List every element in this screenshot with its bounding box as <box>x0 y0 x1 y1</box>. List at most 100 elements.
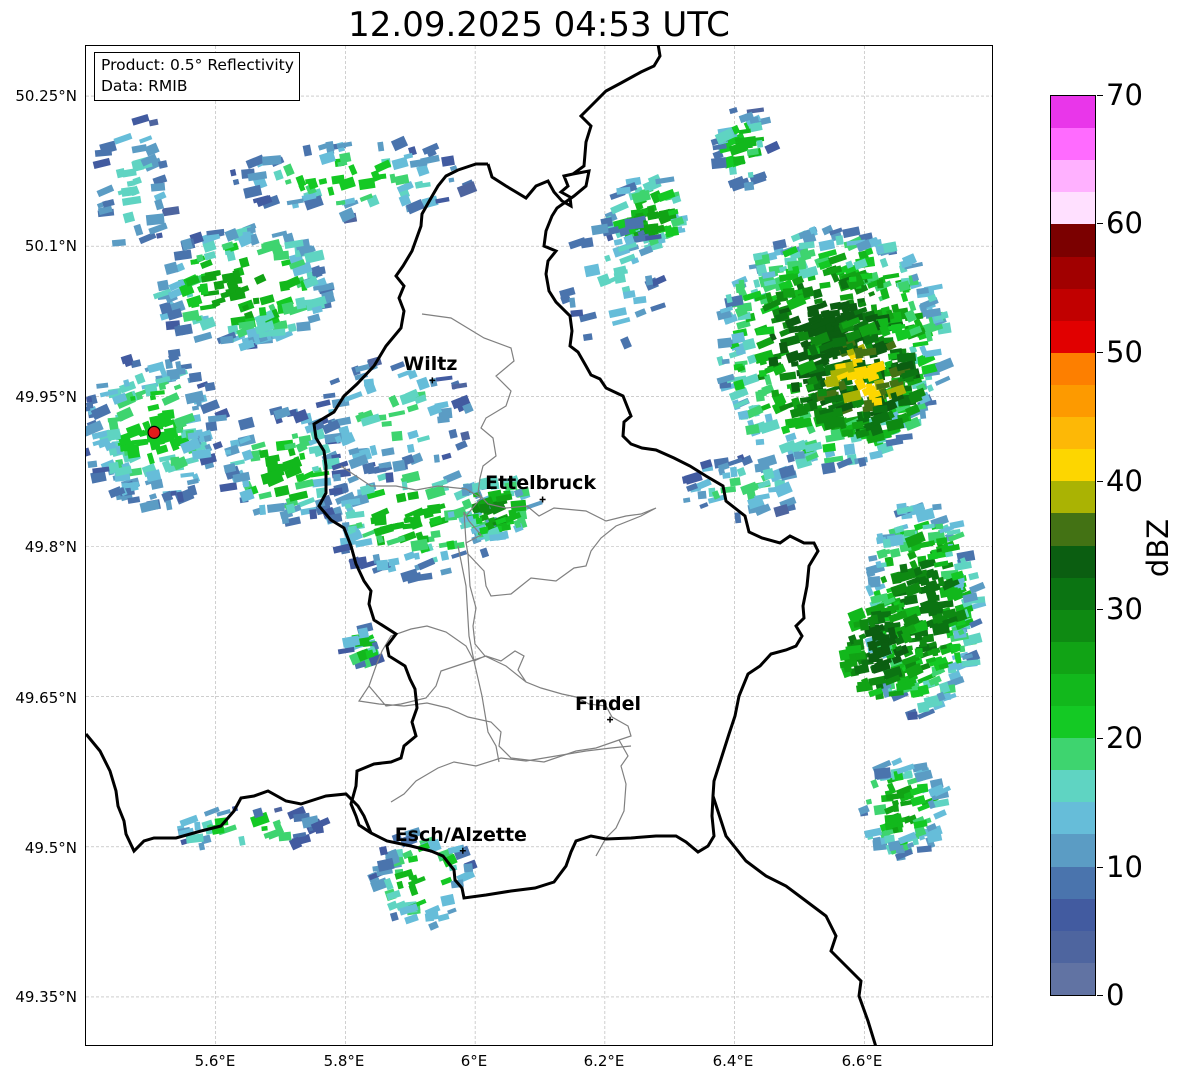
graticule <box>86 46 992 1045</box>
echo-pixel <box>447 511 455 518</box>
echo-pixel <box>926 384 934 393</box>
echo-pixel <box>296 321 311 332</box>
colorbar-segment <box>1051 127 1095 161</box>
echo-pixel <box>843 660 852 673</box>
echo-pixel <box>891 303 900 313</box>
colorbar-segment <box>1051 416 1095 450</box>
echo-pixel <box>224 250 232 256</box>
colorbar-tick <box>1097 352 1103 353</box>
echo-pixel <box>389 173 397 184</box>
colorbar-segment <box>1051 641 1095 674</box>
echo-pixel <box>732 155 746 166</box>
echo-pixel <box>835 235 844 246</box>
echo-pixel <box>205 421 218 432</box>
echo-pixel <box>413 552 420 560</box>
colorbar-segment <box>1051 609 1095 642</box>
echo-pixel <box>932 503 942 511</box>
data-source-label: Data: RMIB <box>101 77 188 95</box>
echo-pixel <box>861 366 878 380</box>
echo-pixel <box>925 540 936 547</box>
colorbar-segment <box>1051 737 1095 771</box>
echo-pixel <box>870 304 878 312</box>
echo-pixel <box>173 384 182 391</box>
echo-pixel <box>430 530 441 539</box>
echo-pixel <box>309 509 318 520</box>
echo-pixel <box>287 323 297 333</box>
echo-pixel <box>771 389 780 398</box>
echo-pixel <box>875 244 885 255</box>
echo-pixel <box>194 821 201 831</box>
colorbar-segment <box>1051 898 1095 931</box>
echo-pixel <box>238 835 246 846</box>
echo-pixel <box>433 454 440 463</box>
echo-pixel <box>86 396 93 403</box>
lon-label: 5.8°E <box>323 1052 365 1070</box>
colorbar-tick-label: 30 <box>1106 592 1143 626</box>
germany-south-border <box>711 795 877 1045</box>
echo-pixel <box>882 272 900 280</box>
echo-pixel <box>729 477 741 487</box>
echo-pixel <box>747 171 754 178</box>
echo-pixel <box>616 186 631 195</box>
echo-pixel <box>868 554 878 562</box>
echo-pixel <box>207 414 227 423</box>
echo-pixel <box>416 376 430 391</box>
echo-pixel <box>683 497 691 503</box>
echo-pixel <box>259 294 275 306</box>
echo-pixel <box>273 806 283 813</box>
colorbar-segment <box>1051 480 1095 514</box>
echo-pixel <box>148 118 159 127</box>
echo-pixel <box>188 371 203 383</box>
echo-pixel <box>919 408 927 419</box>
echo-pixel <box>278 831 292 842</box>
colorbar-segment <box>1051 866 1095 899</box>
echo-pixel <box>620 336 632 350</box>
echo-pixel <box>428 911 440 921</box>
echo-pixel <box>884 804 897 815</box>
echo-pixel <box>756 139 764 149</box>
echo-pixel <box>395 492 407 503</box>
lon-label: 6.4°E <box>712 1052 754 1070</box>
echo-pixel <box>281 515 290 525</box>
echo-pixel <box>608 307 627 319</box>
echo-pixel <box>479 547 490 559</box>
echo-pixel <box>738 128 751 135</box>
echo-pixel <box>879 257 889 268</box>
lon-label: 6°E <box>460 1052 488 1070</box>
colorbar-segment <box>1051 801 1095 835</box>
echo-pixel <box>455 440 468 451</box>
echo-pixel <box>385 472 394 483</box>
echo-pixel <box>348 164 358 176</box>
echo-pixel <box>525 500 543 510</box>
echo-pixel <box>782 287 796 298</box>
echo-pixel <box>949 520 965 530</box>
echo-pixel <box>274 485 290 498</box>
echo-pixel <box>131 113 150 126</box>
echo-pixel <box>302 144 313 157</box>
echo-pixel <box>238 416 255 431</box>
echo-pixel <box>437 415 450 424</box>
canton-boundary-south <box>390 745 632 803</box>
echo-pixel <box>880 575 888 584</box>
echo-pixel <box>785 432 797 442</box>
echo-pixel <box>710 157 727 170</box>
colorbar-tick <box>1097 609 1103 610</box>
echo-pixel <box>111 238 126 247</box>
echo-pixel <box>882 538 892 549</box>
echo-pixel <box>139 135 153 144</box>
colorbar <box>1050 95 1096 996</box>
echo-pixel <box>699 502 709 510</box>
echo-pixel <box>96 382 109 389</box>
echo-pixel <box>407 491 420 501</box>
echo-pixel <box>156 232 163 239</box>
echo-pixel <box>358 177 376 191</box>
echo-pixel <box>891 757 903 767</box>
echo-pixel <box>259 504 266 516</box>
echo-pixel <box>291 432 299 440</box>
echo-pixel <box>885 437 904 447</box>
echo-pixel <box>170 456 180 466</box>
colorbar-segment <box>1051 705 1095 739</box>
echo-pixel <box>447 907 457 915</box>
echo-pixel <box>916 845 932 853</box>
radar-map[interactable]: Product: 0.5° Reflectivity Data: RMIB Wi… <box>85 45 993 1046</box>
